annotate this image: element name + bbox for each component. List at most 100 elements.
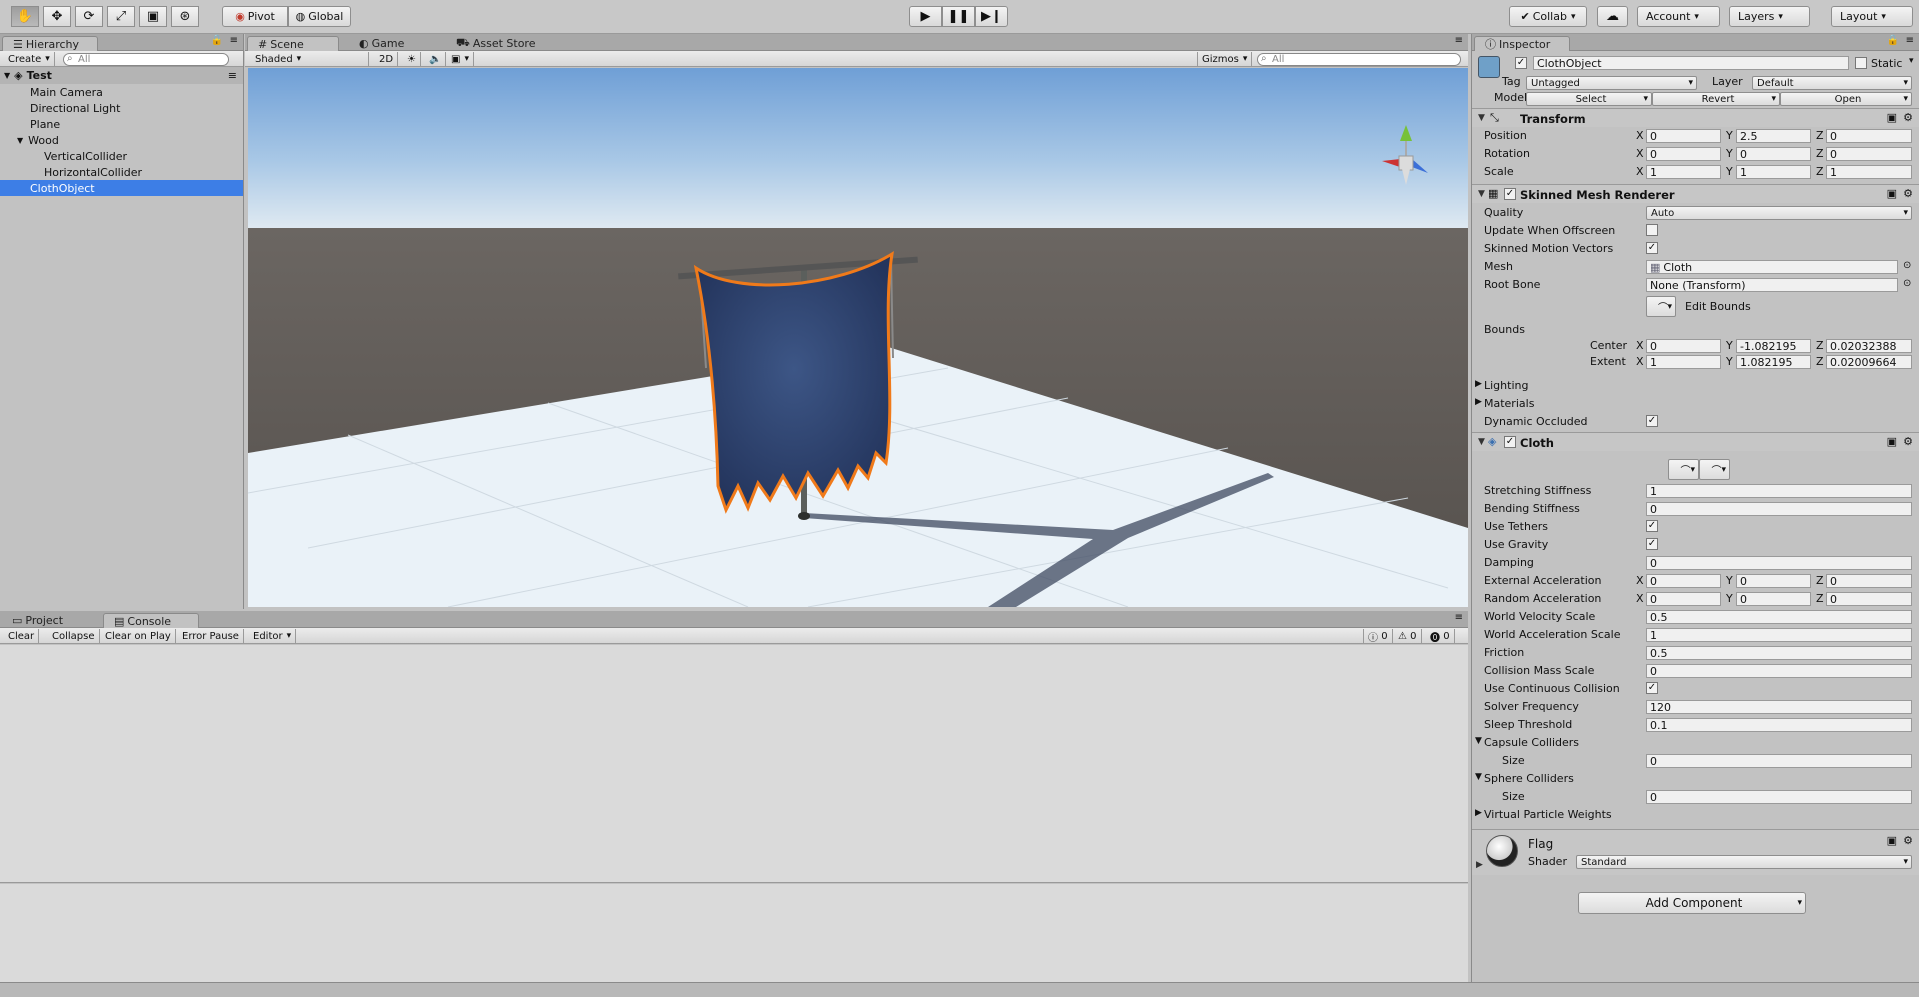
- list-item[interactable]: HorizontalCollider: [0, 164, 243, 180]
- list-item[interactable]: VerticalCollider: [0, 148, 243, 164]
- scale-tool-icon[interactable]: ⤢: [107, 6, 135, 27]
- clear-button[interactable]: Clear: [4, 629, 40, 643]
- rotate-tool-icon[interactable]: ⟳: [75, 6, 103, 27]
- 2d-toggle[interactable]: 2D: [375, 52, 399, 66]
- rect-tool-icon[interactable]: ▣: [139, 6, 167, 27]
- rotation-y-field[interactable]: 0: [1736, 147, 1811, 161]
- editor-dropdown[interactable]: Editor: [249, 629, 297, 643]
- continuous-collision-checkbox[interactable]: ✓: [1646, 682, 1658, 694]
- world-acceleration-field[interactable]: 1: [1646, 628, 1912, 642]
- list-item[interactable]: Directional Light: [0, 100, 243, 116]
- position-z-field[interactable]: 0: [1826, 129, 1912, 143]
- world-velocity-field[interactable]: 0.5: [1646, 610, 1912, 624]
- dynamic-occluded-checkbox[interactable]: ✓: [1646, 415, 1658, 427]
- gizmos-dropdown[interactable]: Gizmos: [1197, 52, 1253, 66]
- global-toggle[interactable]: ◍ Global: [288, 6, 351, 27]
- expand-arrow-icon[interactable]: ▼: [1478, 113, 1485, 123]
- shader-dropdown[interactable]: Standard: [1576, 855, 1912, 869]
- console-detail-area[interactable]: [0, 884, 1468, 982]
- help-icon[interactable]: ▣: [1887, 435, 1897, 448]
- expand-arrow-icon[interactable]: ▼: [1478, 189, 1485, 199]
- edit-constraints-button[interactable]: ⌒: [1668, 459, 1699, 480]
- lighting-toggle-icon[interactable]: ☀: [403, 52, 421, 66]
- list-item-selected[interactable]: ClothObject: [0, 180, 243, 196]
- collapse-arrow-icon[interactable]: ▶: [1475, 808, 1482, 818]
- panel-menu-icon[interactable]: ≡: [1455, 612, 1463, 623]
- center-z-field[interactable]: 0.02032388: [1826, 339, 1912, 353]
- damping-field[interactable]: 0: [1646, 556, 1912, 570]
- scale-z-field[interactable]: 1: [1826, 165, 1912, 179]
- model-revert-button[interactable]: Revert: [1652, 92, 1780, 106]
- rotation-z-field[interactable]: 0: [1826, 147, 1912, 161]
- collab-button[interactable]: ✔ Collab: [1509, 6, 1587, 27]
- static-checkbox[interactable]: [1855, 57, 1867, 69]
- object-picker-icon[interactable]: ⊙: [1903, 260, 1911, 271]
- panel-menu-icon[interactable]: ≡: [230, 35, 238, 46]
- layer-dropdown[interactable]: Default: [1752, 76, 1912, 90]
- list-item[interactable]: Main Camera: [0, 84, 243, 100]
- panel-menu-icon[interactable]: ≡: [1455, 35, 1463, 46]
- gear-icon[interactable]: ⚙: [1903, 187, 1913, 200]
- extent-x-field[interactable]: 1: [1646, 355, 1721, 369]
- tag-dropdown[interactable]: Untagged: [1526, 76, 1697, 90]
- center-y-field[interactable]: -1.082195: [1736, 339, 1811, 353]
- tab-game[interactable]: ◐ Game: [349, 36, 414, 51]
- cloth-object[interactable]: [693, 251, 894, 514]
- scene-root-row[interactable]: ▼ ◈ Test ≡: [0, 67, 243, 84]
- help-icon[interactable]: ▣: [1887, 187, 1897, 200]
- lighting-foldout[interactable]: Lighting: [1484, 379, 1528, 392]
- update-offscreen-checkbox[interactable]: [1646, 224, 1658, 236]
- sphere-colliders-foldout[interactable]: Sphere Colliders: [1484, 772, 1574, 785]
- lock-icon[interactable]: 🔒: [211, 35, 223, 46]
- play-button[interactable]: ▶: [909, 6, 942, 27]
- expand-arrow-icon[interactable]: ▼: [17, 136, 23, 145]
- list-item[interactable]: Plane: [0, 116, 243, 132]
- object-picker-icon[interactable]: ⊙: [1903, 278, 1911, 289]
- skinned-mesh-renderer-header[interactable]: ▼ ▦ ✓ Skinned Mesh Renderer ▣ ⚙: [1472, 184, 1919, 203]
- sleep-threshold-field[interactable]: 0.1: [1646, 718, 1912, 732]
- collision-mass-field[interactable]: 0: [1646, 664, 1912, 678]
- error-pause-button[interactable]: Error Pause: [178, 629, 244, 643]
- move-tool-icon[interactable]: ✥: [43, 6, 71, 27]
- component-enabled-checkbox[interactable]: ✓: [1504, 188, 1516, 200]
- capsule-colliders-foldout[interactable]: Capsule Colliders: [1484, 736, 1579, 749]
- transform-tool-icon[interactable]: ⊛: [171, 6, 199, 27]
- effects-toggle-icon[interactable]: ▣: [447, 52, 474, 66]
- rand-accel-x-field[interactable]: 0: [1646, 592, 1721, 606]
- position-y-field[interactable]: 2.5: [1736, 129, 1811, 143]
- model-open-button[interactable]: Open: [1780, 92, 1912, 106]
- tab-scene[interactable]: # Scene: [247, 36, 339, 51]
- audio-toggle-icon[interactable]: 🔈: [425, 52, 447, 66]
- expand-arrow-icon[interactable]: ▼: [1478, 437, 1485, 447]
- quality-dropdown[interactable]: Auto: [1646, 206, 1912, 220]
- error-count-toggle[interactable]: ⓿ 0: [1426, 629, 1455, 644]
- tab-hierarchy[interactable]: ☰ Hierarchy: [2, 36, 98, 51]
- tab-asset-store[interactable]: ⛟ Asset Store: [446, 36, 545, 51]
- motion-vectors-checkbox[interactable]: ✓: [1646, 242, 1658, 254]
- gear-icon[interactable]: ⚙: [1903, 435, 1913, 448]
- sphere-size-field[interactable]: 0: [1646, 790, 1912, 804]
- scale-x-field[interactable]: 1: [1646, 165, 1721, 179]
- rand-accel-y-field[interactable]: 0: [1736, 592, 1811, 606]
- object-name-field[interactable]: ClothObject: [1533, 56, 1849, 70]
- account-dropdown[interactable]: Account: [1637, 6, 1720, 27]
- bending-field[interactable]: 0: [1646, 502, 1912, 516]
- mesh-field[interactable]: ▦ Cloth: [1646, 260, 1898, 274]
- use-gravity-checkbox[interactable]: ✓: [1646, 538, 1658, 550]
- expand-arrow-icon[interactable]: ▼: [1475, 736, 1482, 746]
- component-enabled-checkbox[interactable]: ✓: [1504, 436, 1516, 448]
- collapse-button[interactable]: Collapse: [48, 629, 100, 643]
- layout-dropdown[interactable]: Layout: [1831, 6, 1913, 27]
- solver-frequency-field[interactable]: 120: [1646, 700, 1912, 714]
- step-button[interactable]: ▶❙: [975, 6, 1008, 27]
- shading-mode-dropdown[interactable]: Shaded: [251, 52, 369, 66]
- transform-header[interactable]: ▼ ⤡ Transform ▣ ⚙: [1472, 108, 1919, 127]
- cloth-header[interactable]: ▼ ◈ ✓ Cloth ▣ ⚙: [1472, 432, 1919, 451]
- hierarchy-search-input[interactable]: All: [63, 53, 229, 66]
- gear-icon[interactable]: ⚙: [1903, 834, 1913, 847]
- scene-viewport[interactable]: [248, 68, 1468, 607]
- lock-icon[interactable]: 🔒: [1887, 35, 1899, 46]
- friction-field[interactable]: 0.5: [1646, 646, 1912, 660]
- console-log-area[interactable]: [0, 645, 1468, 883]
- layers-dropdown[interactable]: Layers: [1729, 6, 1810, 27]
